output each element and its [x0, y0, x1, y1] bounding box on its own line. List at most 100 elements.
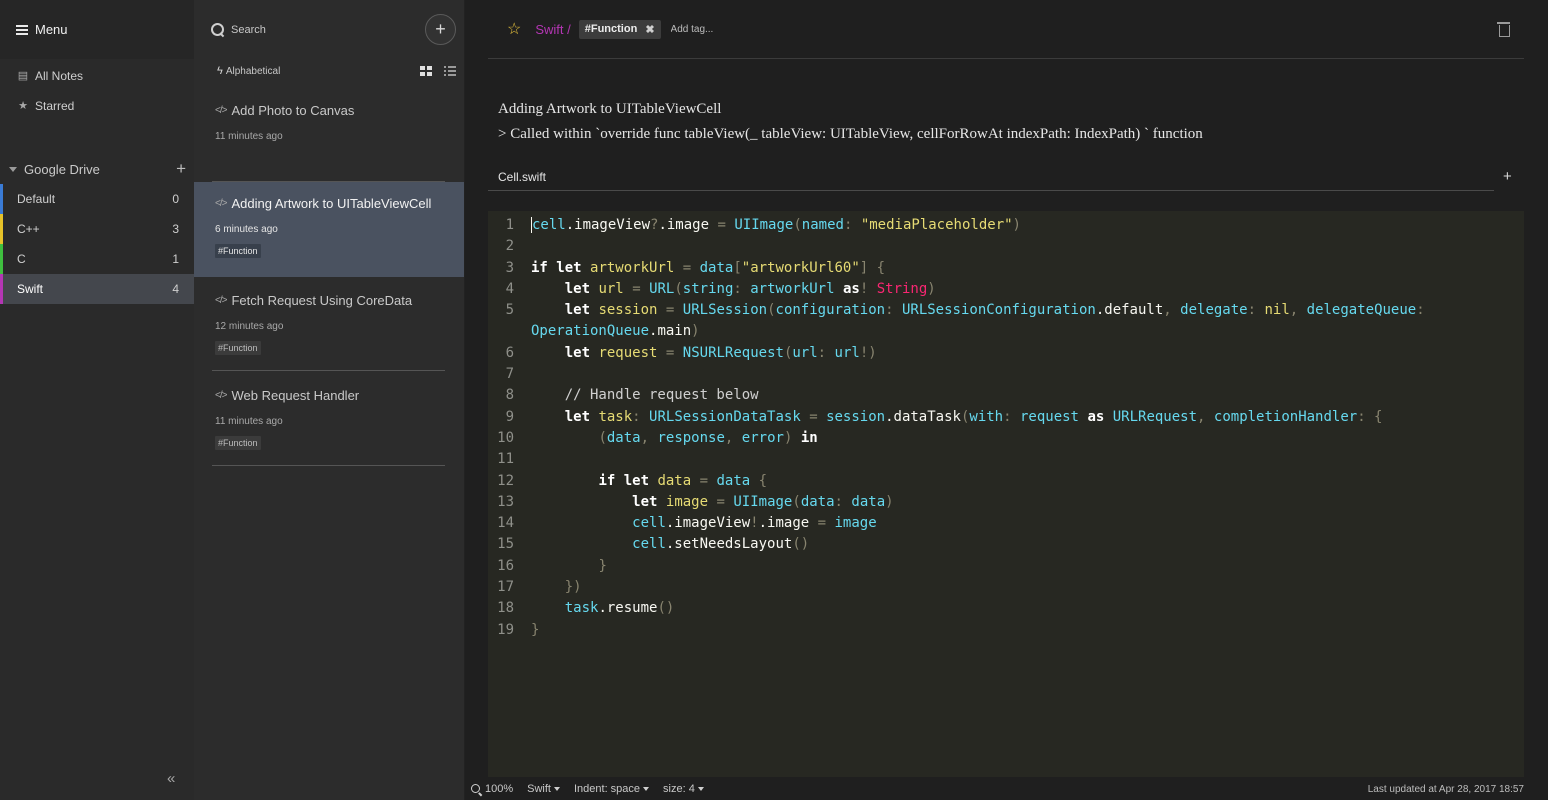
- search-icon: [211, 22, 225, 37]
- caret-down-icon: [697, 787, 704, 791]
- note-tag[interactable]: #Function: [215, 341, 261, 355]
- line-number: 18: [497, 600, 514, 617]
- folder-item-default[interactable]: Default 0: [0, 184, 194, 214]
- size-select[interactable]: size: 4: [663, 783, 704, 795]
- add-folder-icon[interactable]: +: [176, 159, 186, 179]
- snippet-tab-bar: Cell.swift: [488, 165, 1494, 191]
- note-item-active[interactable]: </> Adding Artwork to UITableViewCell 6 m…: [194, 182, 464, 277]
- star-icon: ★: [18, 100, 28, 112]
- double-chevron-left-icon[interactable]: «: [167, 770, 175, 787]
- star-outline-icon[interactable]: ☆: [507, 19, 521, 39]
- note-tag[interactable]: #Function: [215, 436, 261, 450]
- caret-down-icon: [643, 787, 650, 791]
- folder-name: C: [17, 252, 26, 266]
- code-line: 18 task.resume(): [488, 598, 1524, 619]
- line-number: 1: [505, 217, 514, 233]
- line-number: 3: [505, 259, 514, 276]
- nav-starred[interactable]: ★ Starred: [0, 90, 194, 121]
- note-time: 12 minutes ago: [215, 321, 284, 332]
- note-title: Fetch Request Using CoreData: [231, 293, 413, 308]
- code-line: 14 cell.imageView!.image = image: [488, 513, 1524, 534]
- line-number: 5: [505, 302, 514, 319]
- snippet-tab[interactable]: Cell.swift: [498, 170, 546, 184]
- note-title: Web Request Handler: [231, 388, 360, 403]
- note-title: Adding Artwork to UITableViewCell: [231, 196, 432, 211]
- note-item[interactable]: </> Web Request Handler 11 minutes ago #F…: [194, 374, 464, 467]
- code-line: 1 cell.imageView?.image = UIImage(named: …: [488, 215, 1524, 236]
- code-line: 13 let image = UIImage(data: data): [488, 492, 1524, 513]
- sort-select[interactable]: Alphabetical: [226, 66, 408, 77]
- last-updated: Last updated at Apr 28, 2017 18:57: [1367, 783, 1524, 795]
- folder-breadcrumb[interactable]: Swift /: [535, 22, 570, 37]
- folder-count: 0: [172, 192, 179, 206]
- plus-icon[interactable]: +: [1503, 168, 1512, 185]
- note-time: 11 minutes ago: [215, 131, 283, 142]
- code-icon: </>: [215, 198, 228, 209]
- status-bar: 100% Swift Indent: space size: 4 Last up…: [465, 778, 1548, 800]
- description-quote: > Called within `override func tableView…: [498, 126, 1203, 142]
- zoom-value: 100%: [485, 783, 514, 795]
- line-number: 9: [505, 408, 514, 425]
- mode-value: Swift: [527, 783, 551, 795]
- note-item[interactable]: </> Fetch Request Using CoreData 12 minut…: [194, 279, 464, 372]
- storage-name: Google Drive: [24, 161, 100, 177]
- code-line: 8 // Handle request below: [488, 385, 1524, 406]
- line-number: 7: [505, 366, 514, 383]
- folder-item-c[interactable]: C 1: [0, 244, 194, 274]
- new-note-button[interactable]: +: [425, 14, 456, 45]
- code-line: 10 (data, response, error) in: [488, 428, 1524, 449]
- line-number: 4: [505, 280, 514, 297]
- folder-count: 4: [172, 282, 179, 296]
- note-description[interactable]: Adding Artwork to UITableViewCell > Call…: [498, 97, 1203, 147]
- code-line: 7: [488, 364, 1524, 385]
- code-icon: </>: [215, 105, 228, 116]
- caret-down-icon: [553, 787, 560, 791]
- note-time: 11 minutes ago: [215, 416, 283, 427]
- mode-select[interactable]: Swift: [527, 783, 560, 795]
- zoom-control[interactable]: 100%: [471, 783, 513, 795]
- line-number: 11: [497, 451, 514, 468]
- list-view-icon[interactable]: [444, 66, 456, 76]
- code-line: OperationQueue.main): [488, 321, 1524, 342]
- trash-icon[interactable]: [1497, 22, 1510, 37]
- code-line: 17 }): [488, 577, 1524, 598]
- line-number: 2: [505, 238, 514, 255]
- code-line: 19}: [488, 620, 1524, 641]
- nav-all-notes[interactable]: ▤ All Notes: [0, 59, 194, 90]
- plus-icon: +: [435, 19, 446, 39]
- line-number: 14: [497, 515, 514, 532]
- indent-select[interactable]: Indent: space: [574, 783, 650, 795]
- tag-chip[interactable]: #Function ✖: [578, 19, 661, 39]
- menu-button[interactable]: Menu: [0, 0, 194, 59]
- folder-name: Swift: [17, 282, 44, 296]
- search-input[interactable]: [231, 23, 425, 36]
- nav-starred-label: Starred: [35, 98, 75, 113]
- zoom-icon: [471, 783, 482, 795]
- code-line: 2: [488, 236, 1524, 257]
- line-number: 13: [497, 493, 514, 510]
- code-line: 15 cell.setNeedsLayout(): [488, 534, 1524, 555]
- nav-all-notes-label: All Notes: [35, 68, 84, 83]
- grid-view-icon[interactable]: [420, 66, 432, 76]
- close-icon[interactable]: ✖: [645, 23, 654, 36]
- editor-panel: ☆ Swift / #Function ✖ Adding Artwork to …: [465, 0, 1548, 800]
- line-number: 6: [505, 344, 514, 361]
- line-number: 19: [497, 621, 514, 638]
- note-title: Add Photo to Canvas: [231, 103, 355, 118]
- hamburger-icon: [16, 23, 28, 37]
- code-editor[interactable]: 1 cell.imageView?.image = UIImage(named: …: [488, 211, 1524, 777]
- code-line: 6 let request = NSURLRequest(url: url!): [488, 343, 1524, 364]
- add-tag-input[interactable]: [670, 23, 791, 35]
- search-bar: +: [194, 0, 464, 59]
- code-icon: </>: [215, 390, 228, 401]
- note-item[interactable]: </> Add Photo to Canvas 11 minutes ago: [194, 89, 464, 182]
- line-number: [488, 321, 514, 342]
- note-time: 6 minutes ago: [215, 224, 278, 235]
- storage-header[interactable]: Google Drive +: [0, 155, 194, 183]
- folder-item-swift[interactable]: Swift 4: [0, 274, 194, 304]
- folder-name: C++: [17, 222, 40, 236]
- note-tag[interactable]: #Function: [215, 244, 261, 258]
- folder-item-cpp[interactable]: C++ 3: [0, 214, 194, 244]
- code-line: 16 }: [488, 556, 1524, 577]
- folder-name: Default: [17, 192, 56, 206]
